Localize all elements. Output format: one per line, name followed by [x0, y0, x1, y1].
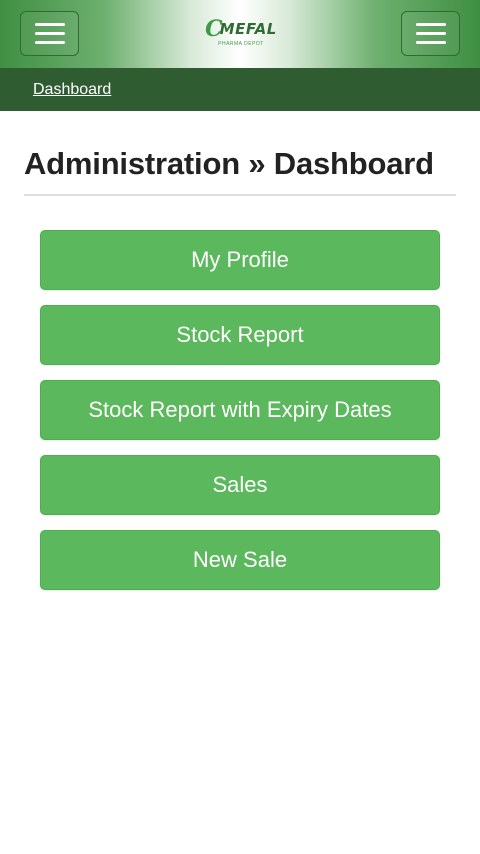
logo-tagline: PHARMA DEPOT: [218, 41, 264, 47]
stock-report-expiry-button[interactable]: Stock Report with Expiry Dates: [40, 380, 440, 440]
stock-report-button[interactable]: Stock Report: [40, 305, 440, 365]
new-sale-button[interactable]: New Sale: [40, 530, 440, 590]
breadcrumb-dashboard-link[interactable]: Dashboard: [33, 81, 111, 99]
my-profile-button[interactable]: My Profile: [40, 230, 440, 290]
logo-text: MEFAL: [219, 20, 277, 38]
title-divider: [24, 194, 456, 196]
dashboard-button-list: My Profile Stock Report Stock Report wit…: [40, 230, 440, 605]
breadcrumb: Dashboard: [0, 68, 480, 111]
hamburger-menu-icon: [415, 23, 446, 44]
top-navbar: C MEFAL PHARMA DEPOT: [0, 0, 480, 68]
right-menu-toggle-button[interactable]: [401, 11, 460, 56]
sales-button[interactable]: Sales: [40, 455, 440, 515]
left-menu-toggle-button[interactable]: [20, 11, 79, 56]
hamburger-menu-icon: [34, 23, 65, 44]
brand-logo[interactable]: C MEFAL PHARMA DEPOT: [205, 16, 277, 52]
page-title: Administration » Dashboard: [24, 146, 434, 181]
